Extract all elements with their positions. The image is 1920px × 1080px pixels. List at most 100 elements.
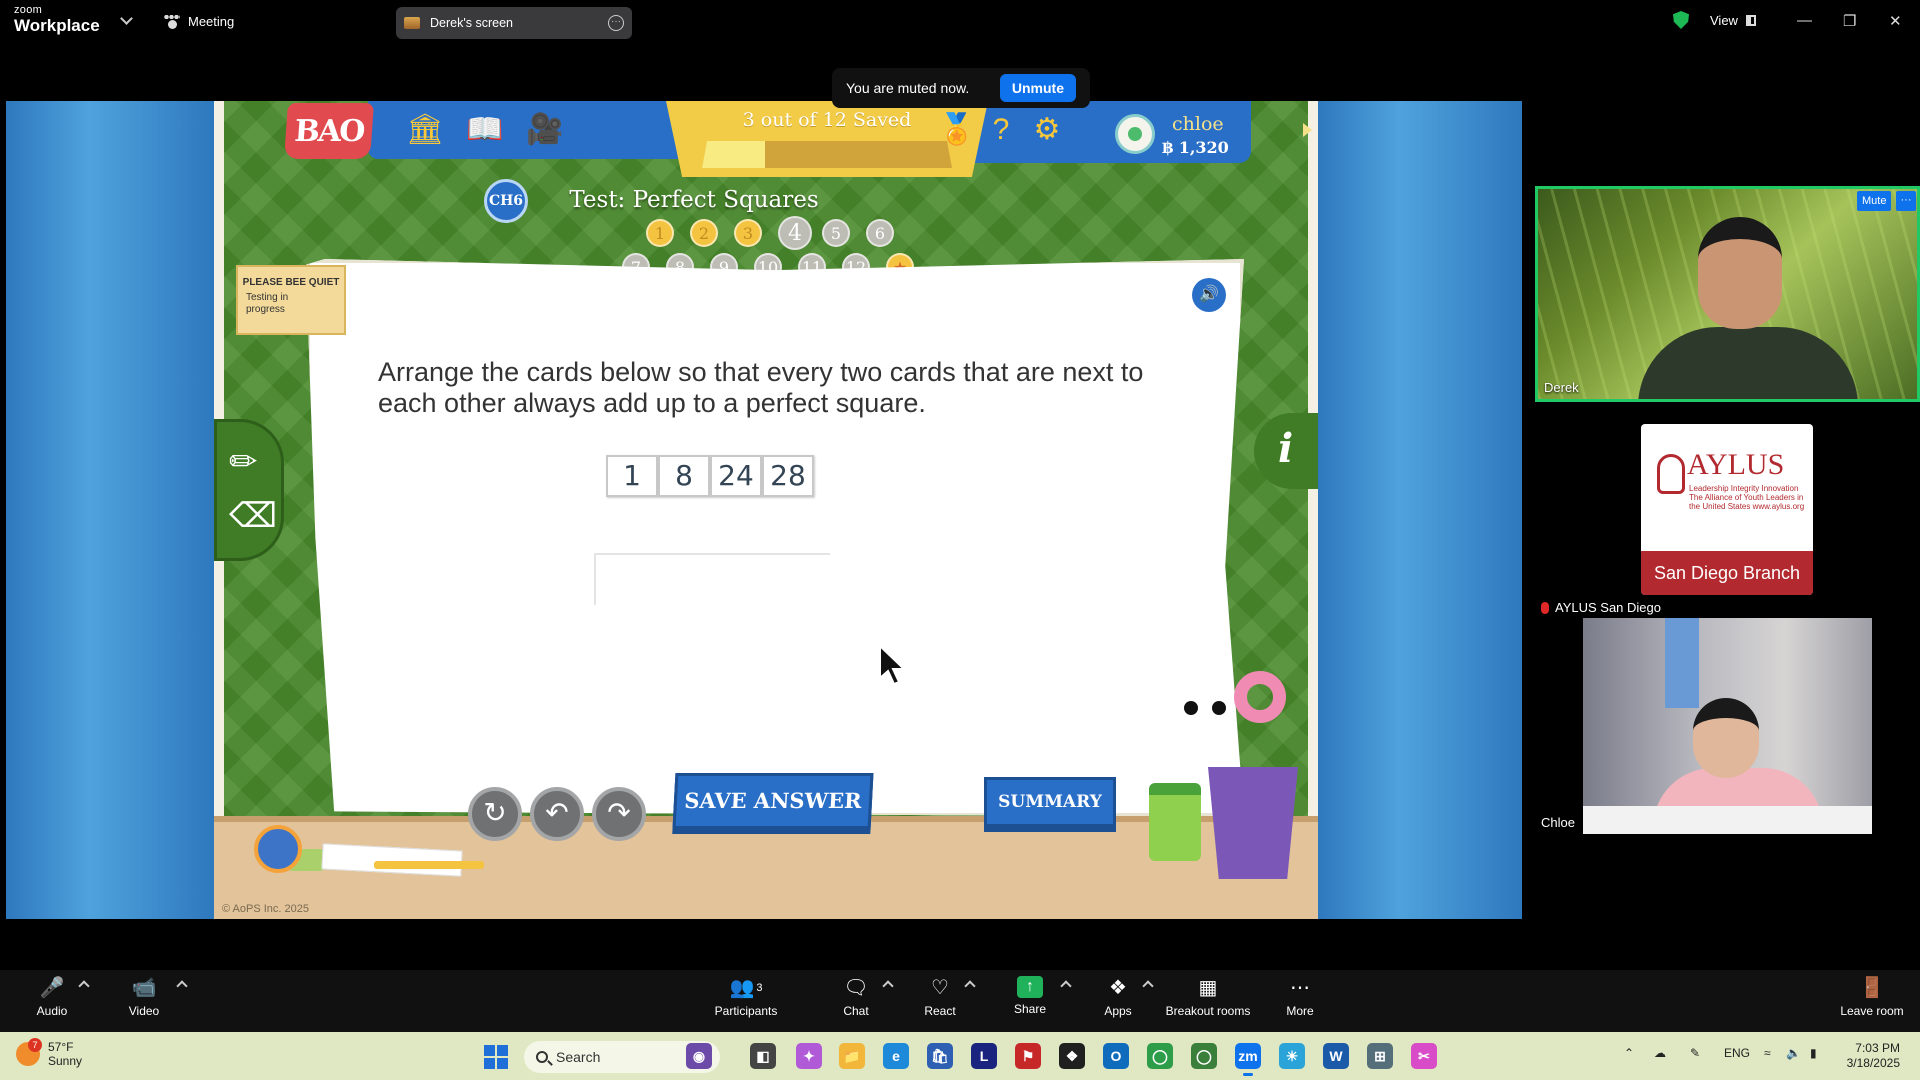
l-app-icon[interactable]: L (971, 1043, 997, 1069)
redo-icon[interactable]: ↷ (592, 787, 646, 841)
aylus-logo-word: AYLUS (1687, 448, 1785, 481)
head (1693, 698, 1759, 778)
question-number-5[interactable]: 5 (822, 219, 850, 247)
chapter-badge[interactable]: CH6 (484, 179, 528, 223)
breakout-rooms-button[interactable]: ▦ Breakout rooms (1158, 976, 1258, 1018)
participant-more-icon[interactable]: ··· (1896, 191, 1916, 211)
coin-balance: ฿ 1,320 (1162, 138, 1229, 157)
leave-room-button[interactable]: 🚪 Leave room (1830, 976, 1914, 1018)
zoom-workplace-logo[interactable]: zoom Workplace (14, 5, 100, 35)
window-background (1665, 618, 1699, 708)
outlook-icon[interactable]: O (1103, 1043, 1129, 1069)
copilot-icon[interactable]: ✦ (796, 1043, 822, 1069)
info-icon[interactable]: i (1254, 413, 1318, 489)
zoom-app-icon[interactable]: zm (1235, 1043, 1261, 1076)
screen-share-indicator[interactable]: Derek's screen ··· (396, 7, 632, 39)
pencil-cup-decoration (1208, 767, 1298, 879)
pencil-icon[interactable]: ✏ (229, 442, 269, 482)
calculator-icon[interactable]: ⊞ (1367, 1043, 1393, 1069)
language-indicator[interactable]: ENG (1724, 1046, 1750, 1060)
widgets-app-icon[interactable]: ◉ (686, 1043, 712, 1069)
participants-button[interactable]: 👥 3 Participants (706, 976, 786, 1018)
number-card[interactable]: 1 (606, 455, 658, 497)
dropbox-icon[interactable]: ❖ (1059, 1043, 1085, 1069)
word-icon[interactable]: W (1323, 1043, 1349, 1069)
chat-button[interactable]: 🗨 Chat (816, 976, 896, 1018)
view-button[interactable]: View (1710, 13, 1756, 28)
beast-academy-game[interactable]: BAO 🏛 📖 🎥 3 out of 12 Saved 🏅 ? ⚙ chloe … (214, 101, 1318, 919)
chrome-icon[interactable]: ◯ (1147, 1043, 1173, 1069)
eraser-icon[interactable]: ⌫ (229, 496, 277, 536)
video-tile-derek[interactable]: Derek (1535, 186, 1920, 402)
wifi-icon[interactable]: ≈ (1764, 1046, 1771, 1060)
settings-gear-icon[interactable]: ⚙ (1030, 113, 1064, 147)
breakout-grid-icon: ▦ (1198, 977, 1218, 999)
more-options-icon[interactable]: ··· (608, 15, 624, 31)
unmute-button[interactable]: Unmute (999, 74, 1076, 102)
more-icon: ⋯ (1290, 977, 1310, 999)
number-card[interactable]: 28 (762, 455, 814, 497)
weather-badge: 7 (28, 1038, 42, 1052)
more-button[interactable]: ⋯ More (1260, 976, 1340, 1018)
chevron-down-icon[interactable] (120, 12, 133, 25)
share-button[interactable]: ↑ Share (990, 976, 1070, 1016)
video-camera-icon[interactable]: 🎥 (526, 113, 563, 147)
video-button[interactable]: 📹 Video (104, 976, 184, 1018)
user-name[interactable]: chloe (1172, 113, 1224, 135)
number-card[interactable]: 24 (710, 455, 762, 497)
screen-thumbnail-icon (404, 17, 420, 29)
share-screen-icon: ↑ (1017, 976, 1043, 998)
meeting-menu[interactable]: Meeting (164, 14, 234, 29)
trophy-icon[interactable]: 🏅 (938, 113, 975, 147)
store-icon[interactable]: 🛍 (927, 1043, 953, 1069)
donut-decoration (1234, 671, 1286, 723)
bao-logo[interactable]: BAO (284, 103, 374, 159)
search-label: Search (556, 1049, 601, 1065)
battery-icon[interactable]: ▮ (1810, 1046, 1817, 1060)
task-view-icon[interactable]: ◧ (750, 1043, 776, 1069)
number-card[interactable]: 8 (658, 455, 710, 497)
weather-sun-icon: 7 (16, 1038, 42, 1066)
zoom-title-bar: zoom Workplace Meeting Derek's screen ··… (0, 0, 1920, 44)
save-answer-button[interactable]: SAVE ANSWER (672, 773, 874, 829)
audio-button[interactable]: 🎤 Audio (12, 976, 92, 1018)
cloud-icon[interactable]: ☁ (1654, 1046, 1666, 1060)
pen-tray-icon[interactable]: ✎ (1690, 1046, 1700, 1060)
snipping-tool-icon[interactable]: ✂ (1411, 1043, 1437, 1069)
question-number-2[interactable]: 2 (690, 219, 718, 247)
view-label: View (1710, 13, 1738, 28)
photos-icon[interactable]: ☀ (1279, 1043, 1305, 1069)
summary-button[interactable]: SUMMARY (984, 777, 1116, 827)
windows-start-icon[interactable] (484, 1045, 508, 1069)
help-icon[interactable]: ? (984, 113, 1018, 147)
book-icon[interactable]: 📖 (466, 113, 503, 147)
user-avatar[interactable] (1115, 114, 1155, 154)
shield-app-icon[interactable]: ⚑ (1015, 1043, 1041, 1069)
reset-icon[interactable]: ↻ (468, 787, 522, 841)
question-number-1[interactable]: 1 (646, 219, 674, 247)
mute-participant-button[interactable]: Mute (1857, 191, 1892, 211)
close-icon[interactable]: ✕ (1889, 12, 1902, 30)
chrome-profile-icon[interactable]: ◯ (1191, 1043, 1217, 1069)
volume-icon[interactable]: 🔈 (1786, 1046, 1801, 1060)
speaker-icon[interactable]: 🔊 (1192, 278, 1226, 312)
question-number-4[interactable]: 4 (778, 216, 812, 250)
minimize-icon[interactable]: — (1797, 12, 1812, 29)
video-tile-chloe[interactable]: Chloe (1535, 618, 1920, 834)
system-clock[interactable]: 7:03 PM 3/18/2025 (1840, 1041, 1900, 1071)
undo-icon[interactable]: ↶ (530, 787, 584, 841)
restore-icon[interactable]: ❐ (1843, 12, 1856, 30)
encryption-shield-icon[interactable] (1673, 11, 1689, 29)
tray-chevron-icon[interactable]: ⌃ (1624, 1046, 1634, 1060)
user-menu-arrow-icon[interactable] (1303, 123, 1312, 137)
question-number-6[interactable]: 6 (866, 219, 894, 247)
participant-name: Chloe (1541, 815, 1575, 830)
answer-drop-area[interactable] (594, 553, 830, 605)
home-icon[interactable]: 🏛 (406, 113, 444, 147)
weather-temp: 57°F (48, 1040, 74, 1054)
file-explorer-icon[interactable]: 📁 (839, 1043, 865, 1069)
edge-browser-icon[interactable]: e (883, 1043, 909, 1069)
weather-widget[interactable]: 7 57°F Sunny (16, 1038, 82, 1068)
question-number-3[interactable]: 3 (734, 219, 762, 247)
shared-screen[interactable]: BAO 🏛 📖 🎥 3 out of 12 Saved 🏅 ? ⚙ chloe … (6, 101, 1522, 919)
